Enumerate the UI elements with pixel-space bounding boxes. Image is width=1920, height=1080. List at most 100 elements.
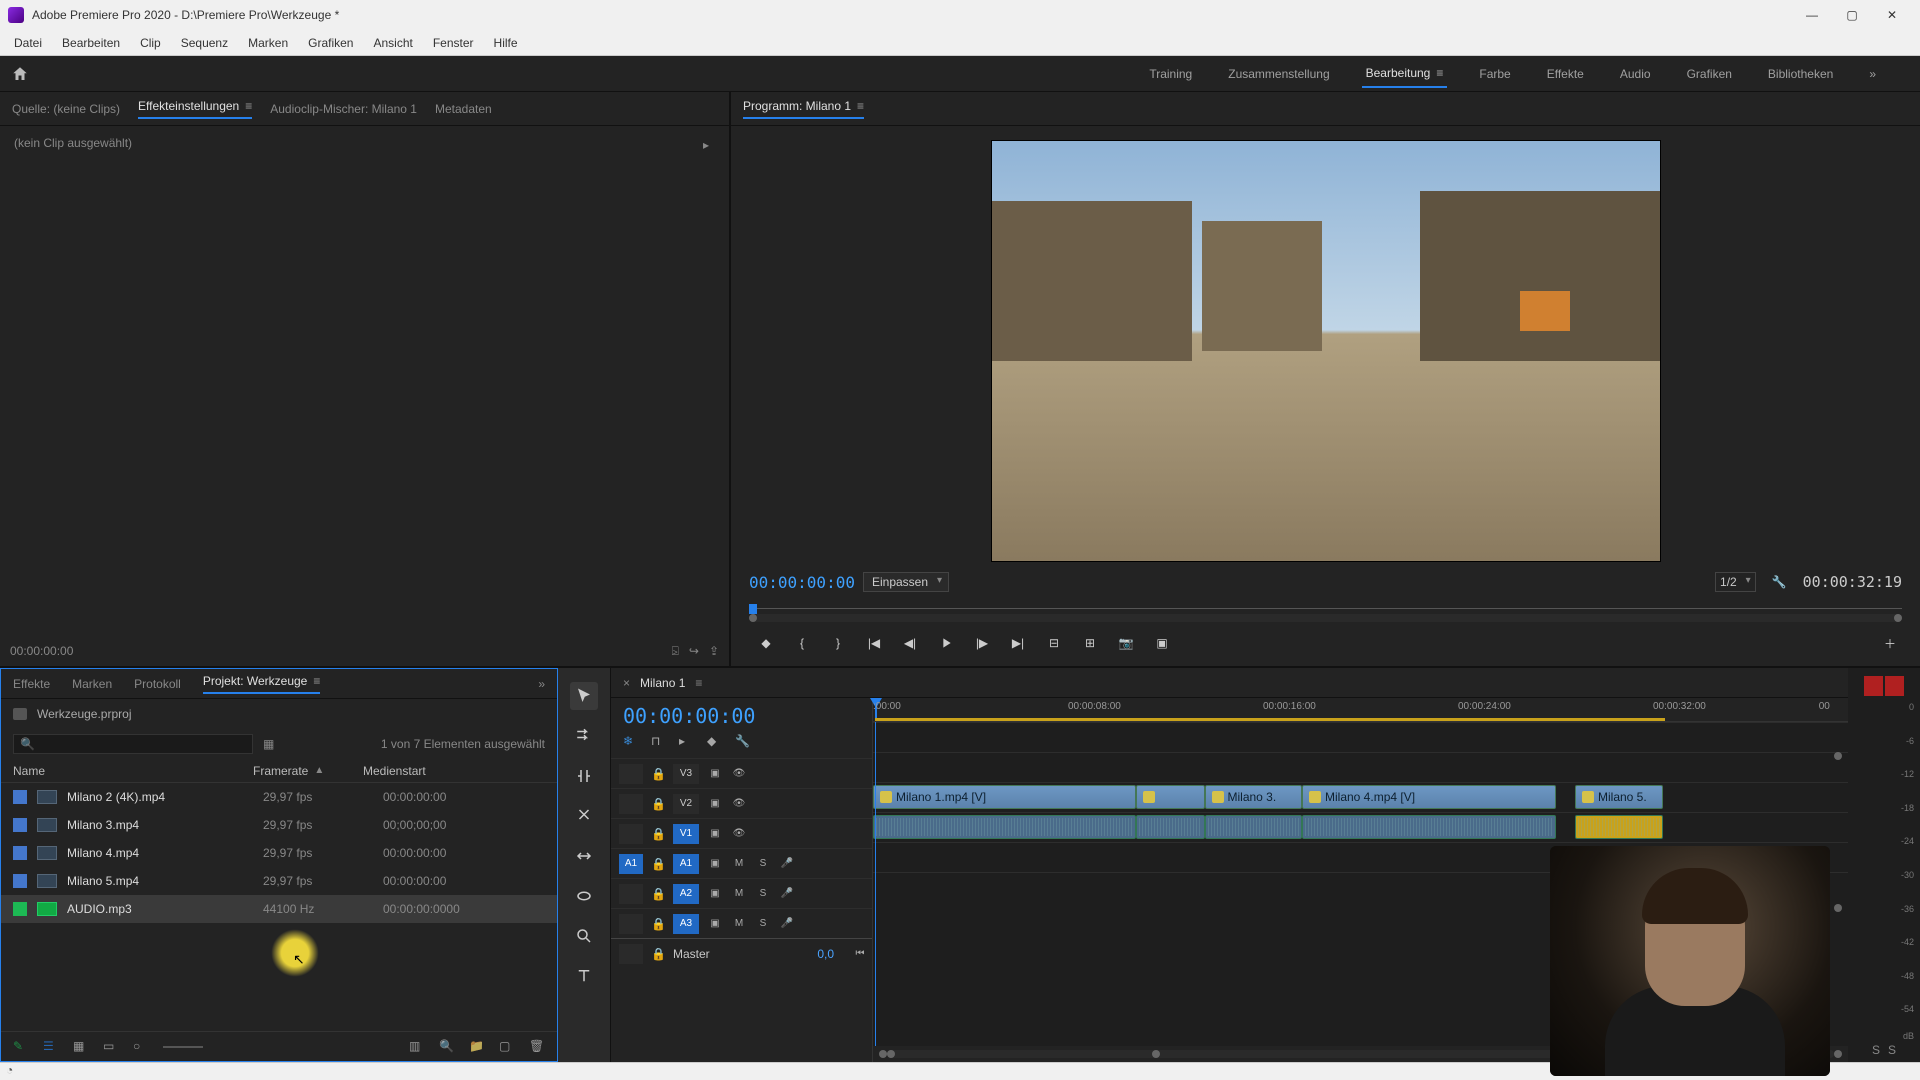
selection-tool[interactable] (570, 682, 598, 710)
menu-datei[interactable]: Datei (4, 32, 52, 54)
search-input[interactable]: 🔍 (13, 734, 253, 754)
list-item[interactable]: Milano 5.mp429,97 fps00:00:00:00 (1, 867, 557, 895)
list-view-icon[interactable]: ☰ (43, 1039, 59, 1055)
menu-fenster[interactable]: Fenster (423, 32, 484, 54)
zoom-slider[interactable]: ○ (133, 1039, 149, 1055)
zoom-tool[interactable] (570, 922, 598, 950)
tabs-overflow[interactable]: » (538, 677, 545, 691)
program-tc-in[interactable]: 00:00:00:00 (749, 573, 855, 592)
add-marker-button[interactable]: ◆ (755, 632, 777, 654)
clip-video[interactable]: Milano 1.mp4 [V] (873, 785, 1136, 809)
workspace-bibliotheken[interactable]: Bibliotheken (1764, 61, 1837, 87)
find-icon[interactable]: 🔍 (439, 1039, 455, 1055)
tab-projekt[interactable]: Projekt: Werkzeuge≡ (203, 674, 321, 694)
slip-tool[interactable] (570, 842, 598, 870)
track-select-tool[interactable] (570, 722, 598, 750)
zoom-handle[interactable] (1834, 904, 1842, 912)
hamburger-icon[interactable]: ≡ (695, 676, 702, 690)
wrench-icon[interactable]: 🔧 (735, 734, 751, 750)
comparison-button[interactable]: ▣ (1151, 632, 1173, 654)
fit-dropdown[interactable]: Einpassen (863, 572, 949, 592)
zoom-dropdown[interactable]: 1/2 (1715, 572, 1756, 592)
clip-audio[interactable] (1205, 815, 1303, 839)
workspace-overflow[interactable]: » (1865, 61, 1880, 87)
tab-audioclip-mischer[interactable]: Audioclip-Mischer: Milano 1 (270, 102, 417, 116)
col-name[interactable]: Name (13, 764, 253, 778)
tab-effekte[interactable]: Effekte (13, 677, 50, 691)
clip-video[interactable]: Milano 3. (1205, 785, 1303, 809)
program-scrubber[interactable] (749, 600, 1902, 620)
solo-right[interactable]: S (1888, 1043, 1896, 1057)
freeform-view-icon[interactable]: ▭ (103, 1039, 119, 1055)
track-v3[interactable]: 🔒V3▣👁 (611, 758, 872, 788)
play-button[interactable] (935, 632, 957, 654)
clip-audio[interactable] (1575, 815, 1663, 839)
tab-effekteinstellungen[interactable]: Effekteinstellungen≡ (138, 99, 252, 119)
marker-icon[interactable]: ▸ (679, 734, 695, 750)
col-medienstart[interactable]: Medienstart (363, 764, 545, 778)
pen-tool[interactable] (570, 882, 598, 910)
maximize-button[interactable]: ▢ (1832, 0, 1872, 30)
col-framerate[interactable]: Framerate▲ (253, 764, 363, 778)
marker2-icon[interactable]: ◆ (707, 734, 723, 750)
menu-hilfe[interactable]: Hilfe (484, 32, 528, 54)
new-bin-icon[interactable]: 📁 (469, 1039, 485, 1055)
go-to-out-button[interactable]: ▶| (1007, 632, 1029, 654)
pen-icon[interactable]: ✎ (13, 1039, 29, 1055)
menu-marken[interactable]: Marken (238, 32, 298, 54)
tab-marken[interactable]: Marken (72, 677, 112, 691)
list-item[interactable]: Milano 3.mp429,97 fps00;00;00;00 (1, 811, 557, 839)
share-icon[interactable]: ⇪ (709, 644, 719, 658)
clip-video[interactable]: Milano 5. (1575, 785, 1663, 809)
menu-ansicht[interactable]: Ansicht (363, 32, 422, 54)
linked-selection-icon[interactable]: ⊓ (651, 734, 667, 750)
clip-audio[interactable] (1302, 815, 1556, 839)
clip-video[interactable]: Milano 4.mp4 [V] (1302, 785, 1556, 809)
extract-button[interactable]: ⊞ (1079, 632, 1101, 654)
menu-sequenz[interactable]: Sequenz (171, 32, 238, 54)
track-a1[interactable]: A1🔒A1▣MS🎤 (611, 848, 872, 878)
menu-bearbeiten[interactable]: Bearbeiten (52, 32, 130, 54)
zoom-handle[interactable] (1834, 752, 1842, 760)
step-back-button[interactable]: ◀| (899, 632, 921, 654)
workspace-audio[interactable]: Audio (1616, 61, 1655, 87)
button-editor[interactable]: ＋ (1884, 635, 1896, 652)
trash-icon[interactable]: 🗑 (529, 1039, 545, 1055)
track-v2[interactable]: 🔒V2▣👁 (611, 788, 872, 818)
export-frame-button[interactable]: 📷 (1115, 632, 1137, 654)
step-fwd-button[interactable]: |▶ (971, 632, 993, 654)
mark-in-button[interactable]: { (791, 632, 813, 654)
disclosure-icon[interactable]: ▸ (703, 138, 709, 152)
lift-button[interactable]: ⊟ (1043, 632, 1065, 654)
settings-icon[interactable]: 🔧 (1772, 575, 1787, 589)
timeline-timecode[interactable]: 00:00:00:00 (611, 698, 872, 730)
menu-clip[interactable]: Clip (130, 32, 171, 54)
program-monitor[interactable] (991, 140, 1661, 562)
track-master[interactable]: 🔒Master0,0⏮ (611, 938, 872, 968)
mark-out-button[interactable]: } (827, 632, 849, 654)
close-sequence[interactable]: × (623, 676, 630, 690)
filter-icon[interactable]: ▦ (263, 737, 274, 751)
list-item[interactable]: AUDIO.mp344100 Hz00:00:00:0000 (1, 895, 557, 923)
new-item-icon[interactable]: ▢ (499, 1039, 515, 1055)
go-to-in-button[interactable]: |◀ (863, 632, 885, 654)
solo-left[interactable]: S (1872, 1043, 1880, 1057)
tab-metadaten[interactable]: Metadaten (435, 102, 492, 116)
icon-view-icon[interactable]: ▦ (73, 1039, 89, 1055)
tab-programm[interactable]: Programm: Milano 1≡ (743, 99, 864, 119)
type-tool[interactable] (570, 962, 598, 990)
track-v1[interactable]: 🔒V1▣👁 (611, 818, 872, 848)
minimize-button[interactable]: — (1792, 0, 1832, 30)
workspace-training[interactable]: Training (1145, 61, 1196, 87)
tab-protokoll[interactable]: Protokoll (134, 677, 181, 691)
razor-tool[interactable] (570, 802, 598, 830)
list-item[interactable]: Milano 2 (4K).mp429,97 fps00:00:00:00 (1, 783, 557, 811)
snap-icon[interactable]: ❄ (623, 734, 639, 750)
home-button[interactable] (0, 65, 40, 83)
ripple-edit-tool[interactable] (570, 762, 598, 790)
timeline-ruler[interactable]: :00:00 00:00:08:00 00:00:16:00 00:00:24:… (873, 698, 1848, 722)
sequence-name[interactable]: Milano 1 (640, 676, 685, 690)
workspace-grafiken[interactable]: Grafiken (1683, 61, 1736, 87)
export-icon[interactable]: ↪ (689, 644, 699, 658)
filter-icon[interactable]: ⍄ (672, 644, 679, 659)
